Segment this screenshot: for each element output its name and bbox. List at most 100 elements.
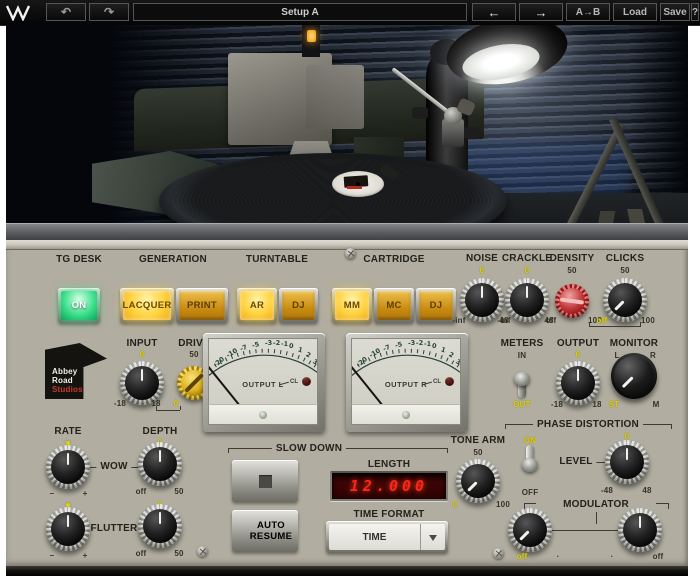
wow-depth-min: off xyxy=(136,487,147,496)
crackle-knob[interactable] xyxy=(505,278,549,322)
clicks-label: CLICKS xyxy=(606,253,644,264)
cartridge-label: CARTRIDGE xyxy=(363,254,424,265)
time-format-value: TIME xyxy=(329,524,421,550)
clip-light xyxy=(445,377,454,386)
bracket-tick xyxy=(671,424,672,429)
save-button[interactable]: Save xyxy=(660,3,690,21)
meters-out-label: OUT xyxy=(513,400,531,409)
density-knob[interactable] xyxy=(555,284,589,318)
input-label: INPUT xyxy=(127,338,158,349)
dropdown-body: TIME xyxy=(329,524,445,550)
phase-distortion-switch[interactable] xyxy=(520,447,540,483)
logo-text: Studios xyxy=(52,385,83,394)
button-label: AUTO RESUME xyxy=(235,513,307,549)
column-knob-right xyxy=(464,127,480,139)
monitor-r-label: R xyxy=(650,351,656,360)
phase-distortion-label: PHASE DISTORTION xyxy=(533,419,643,430)
level-min: -48 xyxy=(601,486,613,495)
level-label: LEVEL xyxy=(555,456,596,467)
save-label: Save xyxy=(663,7,686,18)
knob-pointer xyxy=(159,450,162,462)
meters-in-label: IN xyxy=(518,351,526,360)
auto-resume-button[interactable]: AUTO RESUME xyxy=(232,510,298,552)
clicks-value: off xyxy=(597,316,608,325)
prev-setup-button[interactable]: ← xyxy=(472,3,516,21)
help-button[interactable]: ? xyxy=(691,3,699,21)
slow-down-stop-button[interactable] xyxy=(232,460,298,502)
flutter-rate-min: – xyxy=(50,551,55,560)
turntable-dj-button[interactable]: DJ xyxy=(279,288,318,323)
modulator-right-knob[interactable] xyxy=(618,508,662,552)
time-format-dropdown[interactable]: TIME xyxy=(326,521,448,553)
wow-rate-knob[interactable] xyxy=(46,445,90,489)
modulator-left-max: · xyxy=(557,552,560,561)
wow-depth-knob[interactable] xyxy=(138,442,182,486)
meter-tick-label: -3 xyxy=(265,339,273,348)
tg-desk-on-button[interactable]: ON xyxy=(58,288,100,323)
button-label: LACQUER xyxy=(123,291,171,320)
phase-level-knob[interactable] xyxy=(605,440,649,484)
cartridge-mc-button[interactable]: MC xyxy=(374,288,414,323)
knob-pointer xyxy=(467,482,477,492)
wow-rate-max: + xyxy=(83,489,88,498)
knob-pointer xyxy=(481,286,484,298)
wow-rate-min: – xyxy=(50,489,55,498)
redo-icon: ↷ xyxy=(104,5,114,19)
spindle xyxy=(356,182,360,186)
modulator-left-knob[interactable] xyxy=(508,508,552,552)
generation-print-button[interactable]: PRINT xyxy=(176,288,228,323)
modulator-left-value: off xyxy=(517,552,528,561)
undo-icon: ↶ xyxy=(61,5,71,19)
monitor-st-label: ST xyxy=(609,400,620,409)
density-label: DENSITY xyxy=(550,253,595,264)
density-min: off xyxy=(546,316,557,325)
knob-pointer xyxy=(519,531,529,541)
flutter-rate-knob[interactable] xyxy=(46,507,90,551)
next-setup-button[interactable]: → xyxy=(519,3,563,21)
bracket-tick xyxy=(668,503,669,509)
logo-text: Abbey xyxy=(52,367,77,376)
phase-on-label: ON xyxy=(524,436,536,445)
phase-off-label: OFF xyxy=(522,488,539,497)
length-value: 12.000 xyxy=(350,477,428,495)
flutter-depth-min: off xyxy=(136,549,147,558)
cl-label: CL xyxy=(290,379,298,385)
redo-button[interactable]: ↷ xyxy=(89,3,129,21)
generation-lacquer-button[interactable]: LACQUER xyxy=(120,288,174,323)
tone-arm-knob[interactable] xyxy=(456,459,500,503)
waves-logo-icon xyxy=(5,4,33,21)
meters-switch[interactable] xyxy=(512,361,532,397)
clip-light xyxy=(302,377,311,386)
input-min: -18 xyxy=(114,399,126,408)
toggle-base xyxy=(522,458,538,472)
undo-button[interactable]: ↶ xyxy=(46,3,86,21)
button-label: AR xyxy=(240,291,274,320)
turntable-ar-button[interactable]: AR xyxy=(237,288,277,323)
link-tick xyxy=(180,406,181,410)
cartridge-dj-button[interactable]: DJ xyxy=(416,288,456,323)
meter-tick-label: -1 xyxy=(281,340,289,348)
output-value: 0 xyxy=(576,350,581,359)
output-knob[interactable] xyxy=(556,361,600,405)
chevron-down-icon xyxy=(429,535,437,545)
noise-value: 0 xyxy=(480,266,485,275)
drive-value: 0 xyxy=(174,399,179,408)
monitor-knob[interactable] xyxy=(611,353,657,399)
meter-tick-label: -2 xyxy=(273,339,280,347)
meter-tick-label: -1 xyxy=(424,340,432,348)
screw-icon xyxy=(345,248,356,259)
bracket-tick xyxy=(505,424,506,429)
level-max: 48 xyxy=(642,486,651,495)
modulator-right-max: off xyxy=(653,552,664,561)
flutter-depth-knob[interactable] xyxy=(138,504,182,548)
load-button[interactable]: Load xyxy=(613,3,657,21)
setup-field[interactable]: Setup A xyxy=(133,3,467,21)
button-label: MM xyxy=(335,291,369,320)
clicks-max: 100 xyxy=(641,316,655,325)
cartridge-mm-button[interactable]: MM xyxy=(332,288,372,323)
density-top: 50 xyxy=(567,266,576,275)
ab-label: A→B xyxy=(576,7,600,18)
knob-pointer xyxy=(159,512,162,524)
dropdown-arrow-button[interactable] xyxy=(421,524,445,550)
ab-compare-button[interactable]: A→B xyxy=(566,3,610,21)
